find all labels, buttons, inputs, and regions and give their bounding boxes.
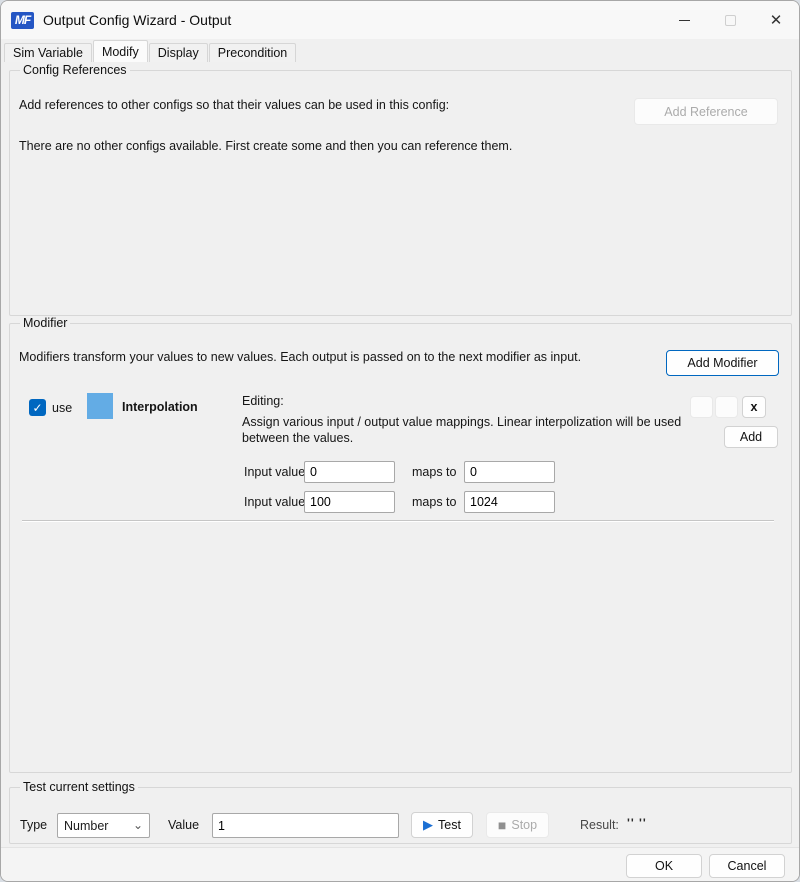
remove-modifier-button[interactable]: x [742,396,766,418]
mapping-input-field[interactable] [304,461,395,483]
tab-precondition[interactable]: Precondition [209,43,297,62]
modifier-separator [22,520,774,522]
minimize-button[interactable] [661,1,707,39]
input-value-label: Input value [244,495,305,509]
use-label: use [52,401,72,415]
add-modifier-button[interactable]: Add Modifier [666,350,779,376]
type-dropdown[interactable]: Number ⌄ [57,813,150,838]
ok-button[interactable]: OK [626,854,702,878]
stop-button-label: Stop [511,818,537,832]
result-value: '' '' [627,816,647,830]
dialog-footer: OK Cancel [1,847,799,881]
modifier-title: Modifier [20,316,70,330]
minimize-icon [679,20,690,21]
test-settings-group: Test current settings Type Number ⌄ Valu… [9,787,792,844]
mapping-output-field[interactable] [464,461,555,483]
type-dropdown-value: Number [64,819,108,833]
editing-label: Editing: [242,394,284,408]
result-label: Result: [580,818,619,832]
input-value-label: Input value [244,465,305,479]
stop-button: ■ Stop [486,812,549,838]
play-icon: ▶ [423,817,433,833]
tab-modify[interactable]: Modify [93,40,148,62]
move-up-button [690,396,713,418]
config-references-group: Config References Add references to othe… [9,70,792,316]
type-label: Type [20,818,47,832]
add-reference-button: Add Reference [634,98,778,125]
tab-display[interactable]: Display [149,43,208,62]
app-logo-icon: MF [11,12,34,29]
test-button-label: Test [438,818,461,832]
stop-icon: ■ [498,817,506,833]
mapping-output-field[interactable] [464,491,555,513]
test-value-field[interactable] [212,813,399,838]
chevron-down-icon: ⌄ [133,822,143,829]
maps-to-label: maps to [412,465,456,479]
mapping-input-field[interactable] [304,491,395,513]
modifier-name: Interpolation [122,400,198,414]
maps-to-label: maps to [412,495,456,509]
tab-sim-variable[interactable]: Sim Variable [4,43,92,62]
window-title: Output Config Wizard - Output [43,12,231,28]
use-checkbox[interactable]: ✓ [29,399,46,416]
maximize-button [707,1,753,39]
modifier-group: Modifier Modifiers transform your values… [9,323,792,773]
check-icon: ✓ [32,401,42,415]
maximize-icon [725,15,736,26]
title-bar[interactable]: MF Output Config Wizard - Output ✕ [1,1,799,39]
modifier-description: Modifiers transform your values to new v… [19,350,581,364]
modifier-color-swatch[interactable] [87,393,113,419]
close-icon: ✕ [770,13,783,28]
move-down-button [715,396,738,418]
editing-description: Assign various input / output value mapp… [242,415,722,446]
test-settings-title: Test current settings [20,780,138,794]
value-label: Value [168,818,199,832]
config-references-title: Config References [20,63,130,77]
output-config-wizard-window: MF Output Config Wizard - Output ✕ Sim V… [0,0,800,882]
tab-strip: Sim Variable Modify Display Precondition [4,40,297,62]
config-references-description: Add references to other configs so that … [19,98,449,112]
cancel-button[interactable]: Cancel [709,854,785,878]
config-references-empty-message: There are no other configs available. Fi… [19,139,512,153]
test-button[interactable]: ▶ Test [411,812,473,838]
close-button[interactable]: ✕ [753,1,799,39]
add-mapping-button[interactable]: Add [724,426,778,448]
